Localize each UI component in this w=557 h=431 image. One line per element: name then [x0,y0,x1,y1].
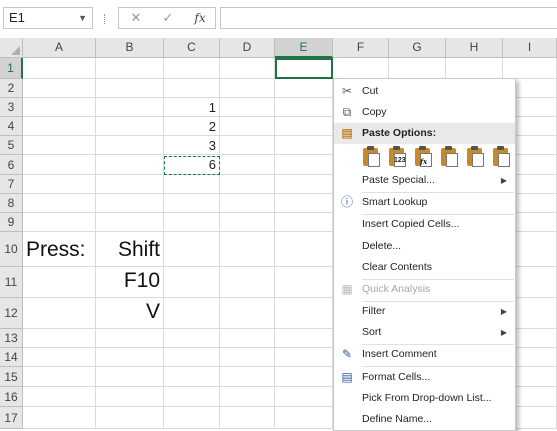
row-header-12[interactable]: 12 [0,298,23,329]
menu-item-label: Delete... [362,240,402,252]
row-header-3[interactable]: 3 [0,98,23,117]
formula-input[interactable] [220,7,557,29]
menu-item-label: Paste Special... [362,174,435,186]
cell-b10[interactable]: Shift [96,235,164,265]
row-header-4[interactable]: 4 [0,117,23,136]
menu-item-cut[interactable]: ✂ Cut [334,81,515,102]
paste-transpose-icon[interactable] [440,146,460,168]
select-all-button[interactable] [0,38,23,58]
menu-item-smart-lookup[interactable]: ⓘ Smart Lookup [334,192,515,213]
paste-options-row: 123 fx [362,144,514,170]
row-header-2[interactable]: 2 [0,79,23,98]
column-header-b[interactable]: B [96,38,164,58]
menu-item-clear-contents[interactable]: Clear Contents [334,257,515,278]
row-header-6[interactable]: 6 [0,155,23,175]
row-header-14[interactable]: 14 [0,348,23,367]
menu-item-insert-comment[interactable]: ✎ Insert Comment [334,344,515,365]
menu-item-filter[interactable]: Filter ▶ [334,301,515,322]
column-header-e[interactable]: E [275,38,333,58]
paste-formulas-tag: fx [420,157,428,166]
menu-item-quick-analysis: ▦ Quick Analysis [334,279,515,300]
row-header-5[interactable]: 5 [0,136,23,155]
cell-c4[interactable]: 2 [164,117,220,137]
insert-function-button[interactable]: fx [185,8,215,28]
row-header-16[interactable]: 16 [0,387,23,407]
cell-b12[interactable]: V [96,297,164,327]
column-header-d[interactable]: D [220,38,275,58]
paste-values-tag: 123 [394,157,406,164]
row-header-15[interactable]: 15 [0,367,23,387]
gridline [274,58,275,429]
submenu-arrow-icon: ▶ [500,328,507,337]
menu-item-format-cells[interactable]: ▤ Format Cells... [334,367,515,388]
menu-item-label: Smart Lookup [362,196,428,208]
column-header-a[interactable]: A [23,38,96,58]
select-all-icon [11,46,20,55]
copy-icon: ⧉ [342,105,352,119]
column-header-g[interactable]: G [389,38,446,58]
row-header-11[interactable]: 11 [0,267,23,298]
menu-item-label: Paste Options: [362,127,437,139]
row-header-7[interactable]: 7 [0,175,23,194]
row-header-1[interactable]: 1 [0,58,23,79]
quick-analysis-icon: ▦ [341,282,353,296]
menu-item-label: Insert Comment [362,348,437,360]
paste-icon[interactable] [362,146,382,168]
menu-item-insert-copied-cells[interactable]: Insert Copied Cells... [334,214,515,235]
menu-item-label: Format Cells... [362,371,431,383]
menu-item-pick-from-dropdown[interactable]: Pick From Drop-down List... [334,388,515,409]
menu-item-label: Cut [362,85,379,97]
paste-link-icon[interactable] [492,146,512,168]
paste-icon: ▤ [341,126,353,140]
column-header-c[interactable]: C [164,38,220,58]
comment-icon: ✎ [341,347,353,361]
scissors-icon: ✂ [341,84,353,98]
menu-item-delete[interactable]: Delete... [334,236,515,257]
row-header-9[interactable]: 9 [0,213,23,232]
menu-item-label: Insert Copied Cells... [362,218,460,230]
formula-bar-grip[interactable] [104,14,107,24]
cell-c5[interactable]: 3 [164,136,220,156]
format-cells-icon: ▤ [341,370,353,384]
menu-item-label: Sort [362,326,382,338]
paste-formulas-icon[interactable]: fx [414,146,434,168]
row-header-13[interactable]: 13 [0,329,23,348]
submenu-arrow-icon: ▶ [500,176,507,185]
name-box-value: E1 [9,10,25,25]
row-header-8[interactable]: 8 [0,194,23,213]
cell-c3[interactable]: 1 [164,98,220,118]
column-header-i[interactable]: I [503,38,557,58]
submenu-arrow-icon: ▶ [500,307,507,316]
menu-item-label: Copy [362,106,387,118]
menu-item-label: Define Name... [362,413,433,425]
enter-icon[interactable]: ✓ [153,8,183,28]
name-box[interactable]: E1 ▼ [3,7,93,29]
chevron-down-icon[interactable]: ▼ [78,8,87,28]
paste-values-icon[interactable]: 123 [388,146,408,168]
column-header-f[interactable]: F [333,38,389,58]
active-cell-e1[interactable] [275,58,333,79]
row-header-10[interactable]: 10 [0,232,23,267]
context-menu: ✂ Cut ⧉ Copy ▤ Paste Options: 123 fx Pas… [333,78,516,431]
smart-lookup-icon: ⓘ [340,195,353,209]
copy-marquee [164,156,220,175]
menu-item-label: Pick From Drop-down List... [362,392,492,404]
menu-item-define-name[interactable]: Define Name... [334,409,515,430]
column-header-h[interactable]: H [446,38,503,58]
row-header-17[interactable]: 17 [0,407,23,429]
cancel-icon[interactable]: ✕ [121,8,151,28]
menu-item-label: Clear Contents [362,261,433,273]
formula-bar: E1 ▼ ✕ ✓ fx [0,0,557,39]
formula-buttons: ✕ ✓ fx [118,7,216,29]
menu-item-sort[interactable]: Sort ▶ [334,322,515,343]
menu-item-label: Quick Analysis [362,283,431,295]
menu-header-paste-options: ▤ Paste Options: [334,123,515,144]
menu-item-label: Filter [362,305,386,317]
paste-formatting-icon[interactable] [466,146,486,168]
menu-item-paste-special[interactable]: Paste Special... ▶ [334,170,515,191]
menu-item-copy[interactable]: ⧉ Copy [334,102,515,123]
cell-b11[interactable]: F10 [96,266,164,296]
